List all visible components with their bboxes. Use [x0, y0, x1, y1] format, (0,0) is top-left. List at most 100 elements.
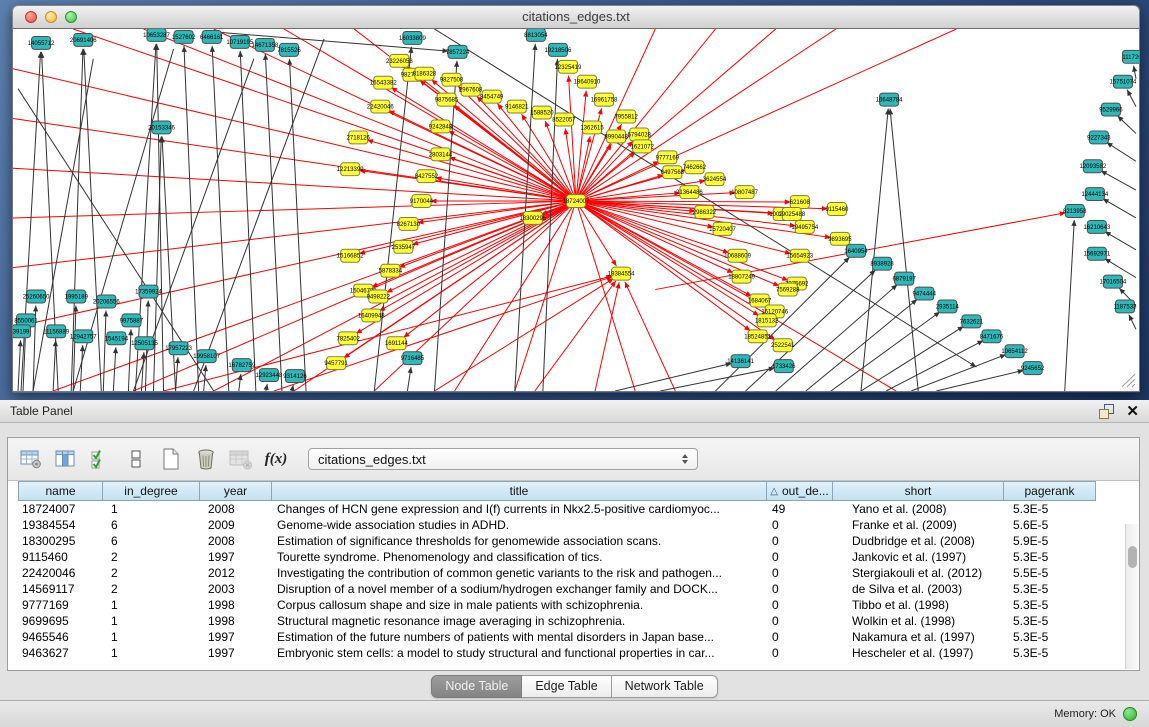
- tab-node-table[interactable]: Node Table: [431, 675, 522, 698]
- resize-grip[interactable]: [1122, 374, 1135, 387]
- table-panel: Table Panel ✕: [0, 400, 1149, 727]
- column-header-title[interactable]: title: [272, 481, 767, 501]
- table-cell: 2012: [200, 566, 272, 580]
- edge-arrowhead: [33, 305, 38, 311]
- edge-arrowhead: [182, 46, 187, 52]
- delete-column-icon[interactable]: [193, 446, 219, 472]
- tab-edge-table[interactable]: Edge Table: [522, 675, 611, 698]
- edge-arrowhead: [175, 357, 180, 363]
- table-cell: 6: [103, 518, 200, 532]
- graph-node-label: 9716485: [401, 356, 425, 362]
- edge-arrowhead: [1132, 66, 1137, 72]
- edge-arrowhead: [408, 367, 413, 373]
- graph-node-label: 1995189: [65, 295, 89, 301]
- table-row[interactable]: 977716911998Corpus callosum shape and si…: [18, 597, 1139, 613]
- graph-edge: [80, 345, 83, 391]
- graph-node-label: 14671358: [252, 43, 279, 49]
- table-cell: 1: [103, 614, 200, 628]
- table-mode-icon[interactable]: [123, 446, 149, 472]
- graph-edge: [1101, 171, 1136, 191]
- graph-node-label: 17957223: [165, 346, 192, 352]
- graph-edge: [212, 46, 229, 391]
- table-cell: Changes of HCN gene expression and I(f) …: [272, 502, 767, 516]
- minimize-window-button[interactable]: [45, 11, 57, 23]
- graph-node-label: 2986322: [693, 210, 717, 216]
- table-cell: 2009: [200, 518, 272, 532]
- table-cell: Wolkin et al. (1998): [833, 614, 1004, 628]
- graph-node-label: 20153346: [148, 125, 175, 131]
- graph-node-label: 10654112: [1001, 349, 1028, 355]
- table-row[interactable]: 1456911722003Disruption of a novel membe…: [18, 581, 1139, 597]
- column-header-out-degree[interactable]: △ out_de...: [767, 481, 833, 501]
- edge-arrowhead: [970, 362, 976, 367]
- table-cell: Franke et al. (2009): [833, 518, 1004, 532]
- graph-edge: [595, 282, 619, 391]
- graph-edge: [391, 87, 576, 201]
- tab-network-table[interactable]: Network Table: [612, 675, 718, 698]
- create-column-icon[interactable]: [158, 446, 184, 472]
- close-panel-icon[interactable]: ✕: [1126, 404, 1139, 419]
- graph-node-label: 16961758: [591, 98, 618, 104]
- memory-status-label: Memory: OK: [1054, 708, 1116, 720]
- function-builder-icon[interactable]: f(x): [263, 446, 289, 472]
- graph-node-label: 9474444: [913, 292, 937, 298]
- table-cell: 18724007: [18, 502, 103, 516]
- table-cell: 1997: [200, 630, 272, 644]
- table-row[interactable]: 946362711997Embryonic stem cells: a mode…: [18, 645, 1139, 661]
- graph-edge: [265, 54, 282, 391]
- graph-node-label: 2522541: [771, 343, 795, 349]
- edge-arrowhead: [128, 329, 133, 335]
- graph-node-label: 9245652: [1021, 366, 1045, 372]
- scrollbar-thumb[interactable]: [1128, 546, 1137, 568]
- table-selector-dropdown[interactable]: citations_edges.txt: [308, 448, 698, 470]
- graph-edge: [455, 201, 576, 391]
- table-cell: 2008: [200, 502, 272, 516]
- column-header-short[interactable]: short: [833, 481, 1004, 501]
- graph-node-label: 12444134: [1081, 192, 1108, 198]
- table-cell: 1997: [200, 550, 272, 564]
- graph-node-label: 7815526: [277, 48, 301, 54]
- table-cell: 1: [103, 646, 200, 660]
- table-row[interactable]: 2242004622012Investigating the contribut…: [18, 565, 1139, 581]
- float-panel-icon[interactable]: [1099, 404, 1114, 419]
- graph-node-label: 9893695: [828, 237, 852, 243]
- table-cell: 1998: [200, 614, 272, 628]
- table-row[interactable]: 969969511998Structural magnetic resonanc…: [18, 613, 1139, 629]
- table-scrollbar[interactable]: [1125, 524, 1139, 669]
- column-header-pagerank[interactable]: pagerank: [1004, 481, 1096, 501]
- network-canvas[interactable]: 1872400718300295232260589827509818632898…: [13, 29, 1139, 391]
- graph-edge: [53, 340, 56, 391]
- table-row[interactable]: 911546021997Tourette syndrome. Phenomeno…: [18, 549, 1139, 565]
- close-window-button[interactable]: [25, 11, 37, 23]
- table-cell: 2: [103, 550, 200, 564]
- column-header-name[interactable]: name: [18, 481, 103, 501]
- graph-edge: [42, 52, 59, 391]
- table-cell: Investigating the contribution of common…: [272, 566, 767, 580]
- dropdown-arrows-icon: [682, 454, 688, 464]
- memory-status-indicator[interactable]: [1123, 707, 1137, 721]
- graph-node-label: 18524851: [744, 334, 771, 340]
- column-header-in-degree[interactable]: in_degree: [103, 481, 200, 501]
- graph-node-label: 7462662: [683, 165, 707, 171]
- graph-edge: [576, 201, 750, 331]
- table-settings-icon[interactable]: [18, 446, 44, 472]
- column-visibility-icon[interactable]: [53, 446, 79, 472]
- graph-edge: [890, 109, 918, 391]
- column-header-year[interactable]: year: [200, 481, 272, 501]
- graph-edge: [569, 76, 576, 201]
- window-titlebar[interactable]: citations_edges.txt: [12, 5, 1140, 29]
- status-bar: Memory: OK: [0, 700, 1149, 727]
- table-row[interactable]: 1938455462009Genome-wide association stu…: [18, 517, 1139, 533]
- table-row[interactable]: 1830029562008Estimation of significance …: [18, 533, 1139, 549]
- zoom-window-button[interactable]: [65, 11, 77, 23]
- table-row[interactable]: 1872400712008Changes of HCN gene express…: [18, 501, 1139, 517]
- table-row[interactable]: 946554611997Estimation of the future num…: [18, 629, 1139, 645]
- edge-arrowhead: [113, 347, 118, 353]
- edge-arrowhead: [287, 59, 292, 65]
- table-cell: 9699695: [18, 614, 103, 628]
- edge-arrowhead: [18, 340, 23, 346]
- select-all-columns-icon[interactable]: [88, 446, 114, 472]
- table-cell: Hescheler et al. (1997): [833, 646, 1004, 660]
- graph-edge: [274, 277, 613, 391]
- network-view[interactable]: 1872400718300295232260589827509818632898…: [12, 29, 1140, 392]
